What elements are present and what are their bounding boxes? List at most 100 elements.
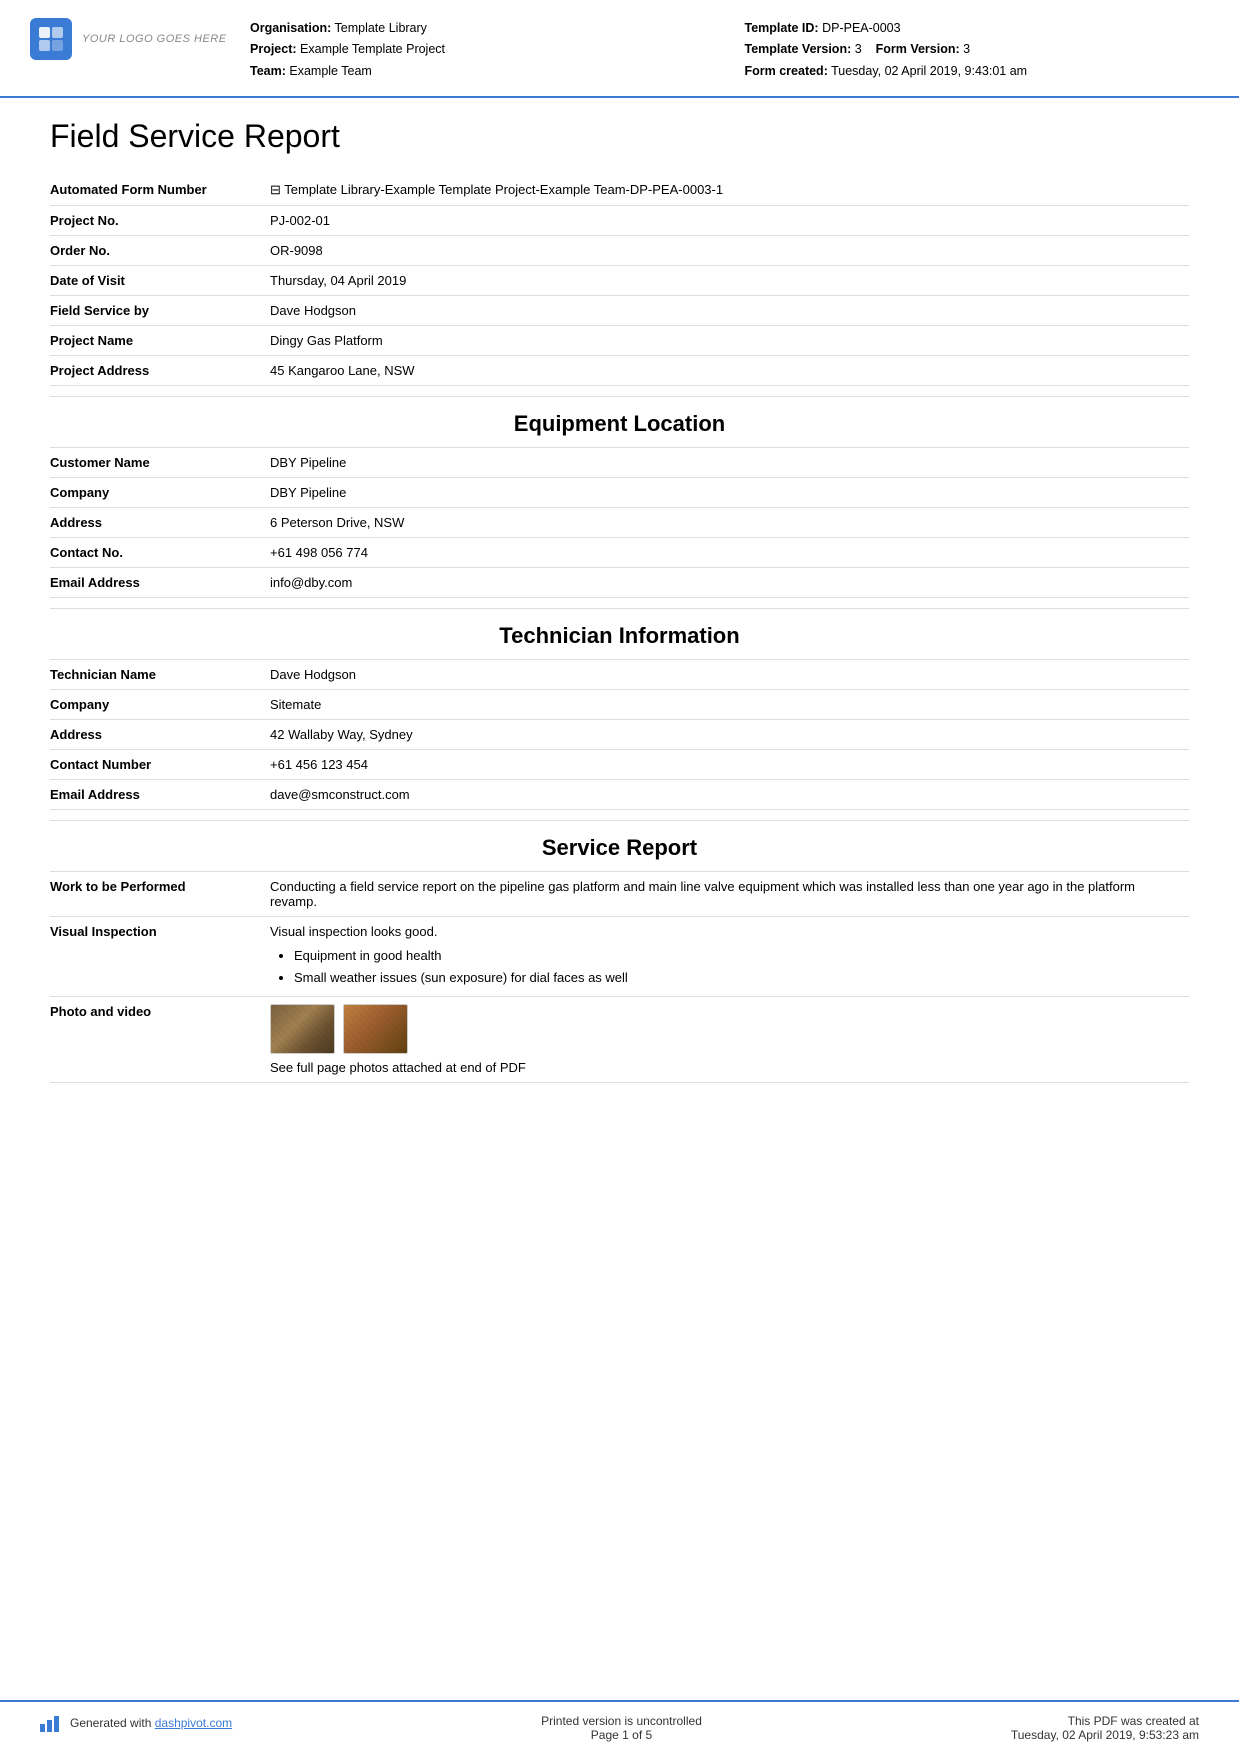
visual-inspection-list: Equipment in good health Small weather i… [270, 945, 1179, 989]
footer-left: Generated with dashpivot.com [40, 1714, 232, 1732]
field-label: Photo and video [50, 996, 250, 1082]
organisation-line: Organisation: Template Library [250, 18, 705, 39]
field-value: Dave Hodgson [250, 660, 1189, 690]
version-line: Template Version: 3 Form Version: 3 [745, 39, 1200, 60]
field-value: PJ-002-01 [250, 205, 1189, 235]
table-row: Email Address info@dby.com [50, 567, 1189, 597]
organisation-label: Organisation: [250, 21, 331, 35]
table-row: Photo and video See full page photos att… [50, 996, 1189, 1082]
field-value: +61 456 123 454 [250, 749, 1189, 779]
form-fields-table: Automated Form Number ⊟ Template Library… [50, 175, 1189, 386]
page-title: Field Service Report [50, 118, 1189, 155]
field-label: Project Address [50, 355, 250, 385]
project-line: Project: Example Template Project [250, 39, 705, 60]
header: YOUR LOGO GOES HERE Organisation: Templa… [0, 0, 1239, 98]
form-version-label: Form Version: [876, 42, 960, 56]
field-label: Contact Number [50, 749, 250, 779]
template-id-label: Template ID: [745, 21, 819, 35]
footer-center: Printed version is uncontrolled Page 1 o… [541, 1714, 702, 1742]
table-row: Work to be Performed Conducting a field … [50, 872, 1189, 917]
field-label: Customer Name [50, 448, 250, 478]
template-id-line: Template ID: DP-PEA-0003 [745, 18, 1200, 39]
dashpivot-link[interactable]: dashpivot.com [155, 1716, 232, 1730]
field-value: +61 498 056 774 [250, 537, 1189, 567]
field-label: Visual Inspection [50, 916, 250, 996]
field-value: Dingy Gas Platform [250, 325, 1189, 355]
field-label: Contact No. [50, 537, 250, 567]
field-value: OR-9098 [250, 235, 1189, 265]
service-report-table: Work to be Performed Conducting a field … [50, 872, 1189, 1083]
table-row: Project No. PJ-002-01 [50, 205, 1189, 235]
equipment-location-heading: Equipment Location [50, 396, 1189, 448]
table-row: Email Address dave@smconstruct.com [50, 779, 1189, 809]
field-label: Work to be Performed [50, 872, 250, 917]
technician-info-table: Technician Name Dave Hodgson Company Sit… [50, 660, 1189, 810]
template-version-value: 3 [855, 42, 862, 56]
field-label: Technician Name [50, 660, 250, 690]
logo-area: YOUR LOGO GOES HERE [30, 18, 230, 60]
printed-version-text: Printed version is uncontrolled [541, 1714, 702, 1728]
field-label: Date of Visit [50, 265, 250, 295]
footer-right: This PDF was created at Tuesday, 02 Apri… [1011, 1714, 1199, 1742]
field-value: 42 Wallaby Way, Sydney [250, 719, 1189, 749]
footer: Generated with dashpivot.com Printed ver… [0, 1700, 1239, 1754]
field-value: Visual inspection looks good. Equipment … [250, 916, 1189, 996]
field-label: Project No. [50, 205, 250, 235]
field-label: Project Name [50, 325, 250, 355]
field-label: Email Address [50, 779, 250, 809]
main-content: Field Service Report Automated Form Numb… [0, 98, 1239, 1700]
table-row: Address 6 Peterson Drive, NSW [50, 507, 1189, 537]
list-item: Equipment in good health [294, 945, 1179, 967]
form-created-value: Tuesday, 02 April 2019, 9:43:01 am [831, 64, 1027, 78]
photo-thumbnail-2 [343, 1004, 408, 1054]
field-value: 45 Kangaroo Lane, NSW [250, 355, 1189, 385]
organisation-value: Template Library [335, 21, 427, 35]
table-row: Project Address 45 Kangaroo Lane, NSW [50, 355, 1189, 385]
field-label: Address [50, 507, 250, 537]
dashpivot-logo-icon [40, 1714, 62, 1732]
table-row: Order No. OR-9098 [50, 235, 1189, 265]
field-value: Thursday, 04 April 2019 [250, 265, 1189, 295]
pdf-created-label: This PDF was created at [1011, 1714, 1199, 1728]
visual-inspection-intro: Visual inspection looks good. [270, 924, 437, 939]
field-value: ⊟ Template Library-Example Template Proj… [250, 175, 1189, 206]
form-version-value: 3 [963, 42, 970, 56]
template-version-label: Template Version: [745, 42, 852, 56]
field-value: Dave Hodgson [250, 295, 1189, 325]
project-value: Example Template Project [300, 42, 445, 56]
table-row: Field Service by Dave Hodgson [50, 295, 1189, 325]
field-value: Sitemate [250, 689, 1189, 719]
equipment-location-table: Customer Name DBY Pipeline Company DBY P… [50, 448, 1189, 598]
list-item: Small weather issues (sun exposure) for … [294, 967, 1179, 989]
header-meta-right: Template ID: DP-PEA-0003 Template Versio… [745, 18, 1200, 82]
service-report-heading: Service Report [50, 820, 1189, 872]
table-row: Automated Form Number ⊟ Template Library… [50, 175, 1189, 206]
field-label: Address [50, 719, 250, 749]
table-row: Technician Name Dave Hodgson [50, 660, 1189, 690]
table-row: Customer Name DBY Pipeline [50, 448, 1189, 478]
field-value: info@dby.com [250, 567, 1189, 597]
team-value: Example Team [289, 64, 371, 78]
field-value: See full page photos attached at end of … [250, 996, 1189, 1082]
form-created-line: Form created: Tuesday, 02 April 2019, 9:… [745, 61, 1200, 82]
header-meta: Organisation: Template Library Project: … [250, 18, 1199, 82]
field-value: Conducting a field service report on the… [250, 872, 1189, 917]
table-row: Company DBY Pipeline [50, 477, 1189, 507]
field-value: DBY Pipeline [250, 477, 1189, 507]
page-of-text: Page 1 of 5 [541, 1728, 702, 1742]
table-row: Date of Visit Thursday, 04 April 2019 [50, 265, 1189, 295]
table-row: Address 42 Wallaby Way, Sydney [50, 719, 1189, 749]
photo-caption: See full page photos attached at end of … [270, 1060, 526, 1075]
logo-text: YOUR LOGO GOES HERE [82, 33, 227, 45]
field-label: Email Address [50, 567, 250, 597]
field-value: DBY Pipeline [250, 448, 1189, 478]
table-row: Contact Number +61 456 123 454 [50, 749, 1189, 779]
technician-info-heading: Technician Information [50, 608, 1189, 660]
field-label: Field Service by [50, 295, 250, 325]
team-line: Team: Example Team [250, 61, 705, 82]
logo-icon [30, 18, 72, 60]
photo-container [270, 1004, 1179, 1054]
project-label: Project: [250, 42, 297, 56]
table-row: Company Sitemate [50, 689, 1189, 719]
header-meta-left: Organisation: Template Library Project: … [250, 18, 705, 82]
